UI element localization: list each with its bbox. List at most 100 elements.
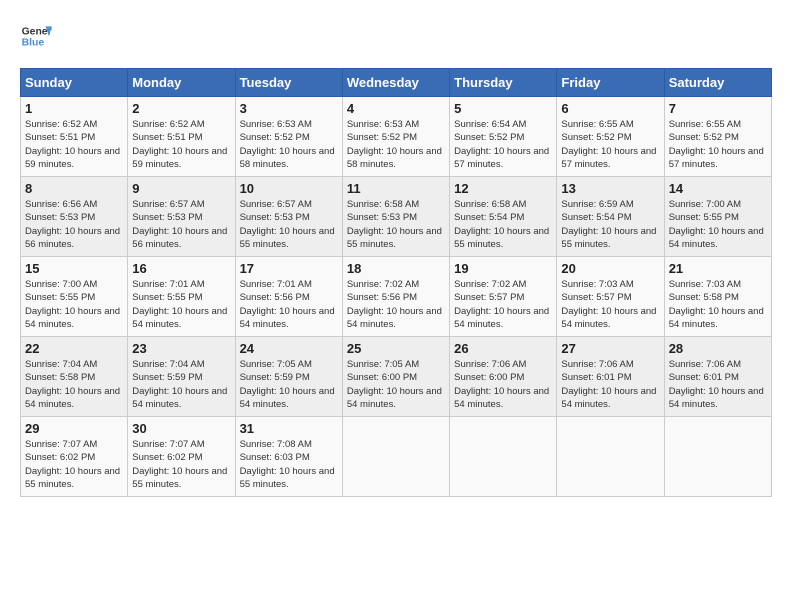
day-cell-31: 31 Sunrise: 7:08 AM Sunset: 6:03 PM Dayl… bbox=[235, 417, 342, 497]
week-row-1: 1 Sunrise: 6:52 AM Sunset: 5:51 PM Dayli… bbox=[21, 97, 772, 177]
header-wednesday: Wednesday bbox=[342, 69, 449, 97]
day-number: 11 bbox=[347, 181, 445, 196]
day-cell-29: 29 Sunrise: 7:07 AM Sunset: 6:02 PM Dayl… bbox=[21, 417, 128, 497]
day-cell-12: 12 Sunrise: 6:58 AM Sunset: 5:54 PM Dayl… bbox=[450, 177, 557, 257]
day-number: 10 bbox=[240, 181, 338, 196]
day-number: 16 bbox=[132, 261, 230, 276]
day-number: 18 bbox=[347, 261, 445, 276]
day-cell-7: 7 Sunrise: 6:55 AM Sunset: 5:52 PM Dayli… bbox=[664, 97, 771, 177]
day-cell-28: 28 Sunrise: 7:06 AM Sunset: 6:01 PM Dayl… bbox=[664, 337, 771, 417]
empty-cell bbox=[450, 417, 557, 497]
day-info: Sunrise: 6:56 AM Sunset: 5:53 PM Dayligh… bbox=[25, 198, 123, 251]
day-cell-6: 6 Sunrise: 6:55 AM Sunset: 5:52 PM Dayli… bbox=[557, 97, 664, 177]
day-number: 7 bbox=[669, 101, 767, 116]
svg-text:Blue: Blue bbox=[22, 38, 45, 49]
day-cell-3: 3 Sunrise: 6:53 AM Sunset: 5:52 PM Dayli… bbox=[235, 97, 342, 177]
day-number: 9 bbox=[132, 181, 230, 196]
day-info: Sunrise: 7:00 AM Sunset: 5:55 PM Dayligh… bbox=[669, 198, 767, 251]
empty-cell bbox=[557, 417, 664, 497]
day-cell-17: 17 Sunrise: 7:01 AM Sunset: 5:56 PM Dayl… bbox=[235, 257, 342, 337]
day-cell-10: 10 Sunrise: 6:57 AM Sunset: 5:53 PM Dayl… bbox=[235, 177, 342, 257]
day-info: Sunrise: 6:55 AM Sunset: 5:52 PM Dayligh… bbox=[561, 118, 659, 171]
day-info: Sunrise: 7:06 AM Sunset: 6:00 PM Dayligh… bbox=[454, 358, 552, 411]
day-number: 27 bbox=[561, 341, 659, 356]
day-number: 22 bbox=[25, 341, 123, 356]
day-cell-13: 13 Sunrise: 6:59 AM Sunset: 5:54 PM Dayl… bbox=[557, 177, 664, 257]
day-number: 3 bbox=[240, 101, 338, 116]
day-number: 20 bbox=[561, 261, 659, 276]
day-cell-5: 5 Sunrise: 6:54 AM Sunset: 5:52 PM Dayli… bbox=[450, 97, 557, 177]
day-info: Sunrise: 6:57 AM Sunset: 5:53 PM Dayligh… bbox=[132, 198, 230, 251]
day-info: Sunrise: 7:01 AM Sunset: 5:56 PM Dayligh… bbox=[240, 278, 338, 331]
day-number: 13 bbox=[561, 181, 659, 196]
day-info: Sunrise: 6:53 AM Sunset: 5:52 PM Dayligh… bbox=[347, 118, 445, 171]
day-info: Sunrise: 7:03 AM Sunset: 5:57 PM Dayligh… bbox=[561, 278, 659, 331]
day-cell-23: 23 Sunrise: 7:04 AM Sunset: 5:59 PM Dayl… bbox=[128, 337, 235, 417]
header: General Blue bbox=[20, 20, 772, 52]
day-info: Sunrise: 7:05 AM Sunset: 6:00 PM Dayligh… bbox=[347, 358, 445, 411]
day-cell-27: 27 Sunrise: 7:06 AM Sunset: 6:01 PM Dayl… bbox=[557, 337, 664, 417]
day-cell-24: 24 Sunrise: 7:05 AM Sunset: 5:59 PM Dayl… bbox=[235, 337, 342, 417]
day-cell-2: 2 Sunrise: 6:52 AM Sunset: 5:51 PM Dayli… bbox=[128, 97, 235, 177]
day-cell-19: 19 Sunrise: 7:02 AM Sunset: 5:57 PM Dayl… bbox=[450, 257, 557, 337]
day-number: 23 bbox=[132, 341, 230, 356]
day-cell-1: 1 Sunrise: 6:52 AM Sunset: 5:51 PM Dayli… bbox=[21, 97, 128, 177]
empty-cell bbox=[342, 417, 449, 497]
day-cell-25: 25 Sunrise: 7:05 AM Sunset: 6:00 PM Dayl… bbox=[342, 337, 449, 417]
day-info: Sunrise: 6:58 AM Sunset: 5:53 PM Dayligh… bbox=[347, 198, 445, 251]
day-cell-8: 8 Sunrise: 6:56 AM Sunset: 5:53 PM Dayli… bbox=[21, 177, 128, 257]
day-number: 29 bbox=[25, 421, 123, 436]
day-cell-14: 14 Sunrise: 7:00 AM Sunset: 5:55 PM Dayl… bbox=[664, 177, 771, 257]
day-number: 14 bbox=[669, 181, 767, 196]
day-number: 2 bbox=[132, 101, 230, 116]
day-number: 28 bbox=[669, 341, 767, 356]
day-number: 6 bbox=[561, 101, 659, 116]
day-cell-22: 22 Sunrise: 7:04 AM Sunset: 5:58 PM Dayl… bbox=[21, 337, 128, 417]
day-info: Sunrise: 7:02 AM Sunset: 5:57 PM Dayligh… bbox=[454, 278, 552, 331]
day-info: Sunrise: 7:04 AM Sunset: 5:59 PM Dayligh… bbox=[132, 358, 230, 411]
day-info: Sunrise: 6:59 AM Sunset: 5:54 PM Dayligh… bbox=[561, 198, 659, 251]
day-cell-18: 18 Sunrise: 7:02 AM Sunset: 5:56 PM Dayl… bbox=[342, 257, 449, 337]
day-number: 8 bbox=[25, 181, 123, 196]
day-info: Sunrise: 7:07 AM Sunset: 6:02 PM Dayligh… bbox=[132, 438, 230, 491]
header-tuesday: Tuesday bbox=[235, 69, 342, 97]
day-cell-30: 30 Sunrise: 7:07 AM Sunset: 6:02 PM Dayl… bbox=[128, 417, 235, 497]
day-info: Sunrise: 7:02 AM Sunset: 5:56 PM Dayligh… bbox=[347, 278, 445, 331]
day-info: Sunrise: 7:03 AM Sunset: 5:58 PM Dayligh… bbox=[669, 278, 767, 331]
day-cell-9: 9 Sunrise: 6:57 AM Sunset: 5:53 PM Dayli… bbox=[128, 177, 235, 257]
day-number: 24 bbox=[240, 341, 338, 356]
week-row-4: 22 Sunrise: 7:04 AM Sunset: 5:58 PM Dayl… bbox=[21, 337, 772, 417]
day-cell-26: 26 Sunrise: 7:06 AM Sunset: 6:00 PM Dayl… bbox=[450, 337, 557, 417]
day-info: Sunrise: 6:55 AM Sunset: 5:52 PM Dayligh… bbox=[669, 118, 767, 171]
day-info: Sunrise: 7:06 AM Sunset: 6:01 PM Dayligh… bbox=[561, 358, 659, 411]
day-number: 31 bbox=[240, 421, 338, 436]
day-info: Sunrise: 7:01 AM Sunset: 5:55 PM Dayligh… bbox=[132, 278, 230, 331]
week-row-2: 8 Sunrise: 6:56 AM Sunset: 5:53 PM Dayli… bbox=[21, 177, 772, 257]
day-info: Sunrise: 6:57 AM Sunset: 5:53 PM Dayligh… bbox=[240, 198, 338, 251]
empty-cell bbox=[664, 417, 771, 497]
logo-icon: General Blue bbox=[20, 20, 52, 52]
calendar-table: Sunday Monday Tuesday Wednesday Thursday… bbox=[20, 68, 772, 497]
day-number: 21 bbox=[669, 261, 767, 276]
day-info: Sunrise: 7:00 AM Sunset: 5:55 PM Dayligh… bbox=[25, 278, 123, 331]
day-cell-11: 11 Sunrise: 6:58 AM Sunset: 5:53 PM Dayl… bbox=[342, 177, 449, 257]
day-number: 5 bbox=[454, 101, 552, 116]
day-info: Sunrise: 6:53 AM Sunset: 5:52 PM Dayligh… bbox=[240, 118, 338, 171]
header-saturday: Saturday bbox=[664, 69, 771, 97]
header-thursday: Thursday bbox=[450, 69, 557, 97]
day-info: Sunrise: 6:58 AM Sunset: 5:54 PM Dayligh… bbox=[454, 198, 552, 251]
day-info: Sunrise: 7:05 AM Sunset: 5:59 PM Dayligh… bbox=[240, 358, 338, 411]
header-sunday: Sunday bbox=[21, 69, 128, 97]
day-number: 17 bbox=[240, 261, 338, 276]
day-info: Sunrise: 6:52 AM Sunset: 5:51 PM Dayligh… bbox=[132, 118, 230, 171]
day-number: 25 bbox=[347, 341, 445, 356]
day-info: Sunrise: 7:08 AM Sunset: 6:03 PM Dayligh… bbox=[240, 438, 338, 491]
day-number: 19 bbox=[454, 261, 552, 276]
header-friday: Friday bbox=[557, 69, 664, 97]
day-number: 4 bbox=[347, 101, 445, 116]
day-info: Sunrise: 6:52 AM Sunset: 5:51 PM Dayligh… bbox=[25, 118, 123, 171]
day-info: Sunrise: 7:07 AM Sunset: 6:02 PM Dayligh… bbox=[25, 438, 123, 491]
weekday-header-row: Sunday Monday Tuesday Wednesday Thursday… bbox=[21, 69, 772, 97]
day-cell-21: 21 Sunrise: 7:03 AM Sunset: 5:58 PM Dayl… bbox=[664, 257, 771, 337]
day-number: 26 bbox=[454, 341, 552, 356]
